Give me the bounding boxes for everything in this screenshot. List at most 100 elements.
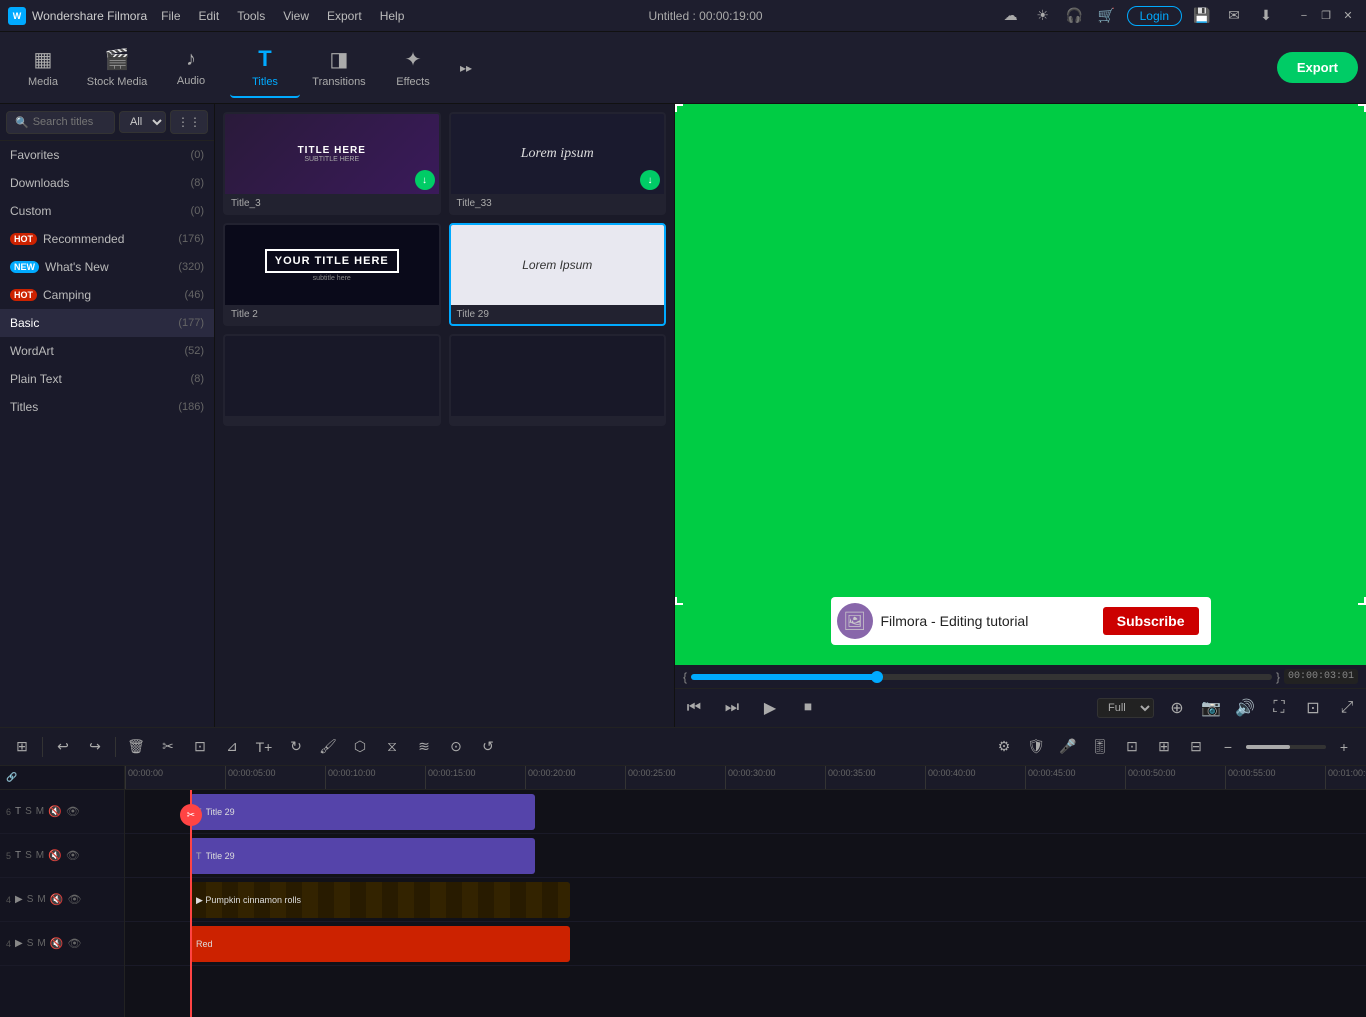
menu-item-edit[interactable]: Edit <box>191 7 228 25</box>
stop-button[interactable]: ⏹ <box>793 693 823 723</box>
export-button[interactable]: Export <box>1277 52 1358 83</box>
track4a-s-button[interactable]: S <box>27 894 34 905</box>
track5-m-button[interactable]: M <box>36 850 44 861</box>
close-button[interactable]: ✕ <box>1338 6 1358 26</box>
track6-s-button[interactable]: S <box>25 806 32 817</box>
brace-left-icon[interactable]: { <box>683 670 687 684</box>
track5-eye-button[interactable]: 👁 <box>66 849 80 862</box>
stabilize-button[interactable]: ⊙ <box>442 733 470 761</box>
track4a-m-button[interactable]: M <box>37 894 45 905</box>
zoom-dropdown[interactable]: Full 50% 75% <box>1097 698 1154 718</box>
clip-title29-track1[interactable]: T Title 29 <box>190 838 535 874</box>
undo-button[interactable]: ↩ <box>49 733 77 761</box>
reverse-button[interactable]: ↺ <box>474 733 502 761</box>
handle-tr[interactable] <box>1358 104 1366 112</box>
headset-icon[interactable]: 🎧 <box>1063 4 1087 28</box>
track4b-s-button[interactable]: S <box>27 938 34 949</box>
mic-button[interactable]: 🎤 <box>1054 733 1082 761</box>
minimize-button[interactable]: − <box>1294 6 1314 26</box>
brace-right-icon[interactable]: } <box>1276 670 1280 684</box>
zoom-out-button[interactable]: − <box>1214 733 1242 761</box>
handle-tl[interactable] <box>675 104 683 112</box>
track6-eye-button[interactable]: 👁 <box>66 805 80 818</box>
snapshot-button[interactable]: 📷 <box>1196 693 1226 723</box>
play-button[interactable]: ▶ <box>755 693 785 723</box>
track4b-mute-button[interactable]: 🔇 <box>50 937 64 950</box>
ai-settings-button[interactable]: ⚙ <box>990 733 1018 761</box>
email-icon[interactable]: ✉ <box>1222 4 1246 28</box>
mix-button[interactable]: 🎚 <box>1086 733 1114 761</box>
thumbnail-title29[interactable]: Lorem Ipsum Title 29 <box>449 223 667 326</box>
toolbar-audio[interactable]: ♪ Audio <box>156 38 226 98</box>
filter-dropdown[interactable]: All <box>119 111 166 133</box>
mask-button[interactable]: ⬡ <box>346 733 374 761</box>
progress-bar-bg[interactable] <box>691 674 1272 680</box>
track6-mute-button[interactable]: 🔇 <box>48 805 62 818</box>
expand-button[interactable]: ⤢ <box>1332 693 1362 723</box>
sidebar-item-wordart[interactable]: WordArt (52) <box>0 337 214 365</box>
sidebar-item-plaintext[interactable]: Plain Text (8) <box>0 365 214 393</box>
toolbar-effects[interactable]: ✦ Effects <box>378 38 448 98</box>
track4b-m-button[interactable]: M <box>37 938 45 949</box>
scene-detect-button[interactable]: ⊞ <box>1150 733 1178 761</box>
thumbnail-extra2[interactable] <box>449 334 667 426</box>
track4b-eye-button[interactable]: 👁 <box>67 937 81 950</box>
track4a-eye-button[interactable]: 👁 <box>67 893 81 906</box>
download-icon[interactable]: ⬇ <box>1254 4 1278 28</box>
track5-s-button[interactable]: S <box>25 850 32 861</box>
toolbar-stock-media[interactable]: 🎬 Stock Media <box>82 38 152 98</box>
menu-item-tools[interactable]: Tools <box>229 7 273 25</box>
shield-button[interactable]: 🛡 <box>1022 733 1050 761</box>
clip-pumpkin[interactable]: ▶ Pumpkin cinnamon rolls <box>190 882 570 918</box>
thumbnail-title3[interactable]: TITLE HERE SUBTITLE HERE ↓ Title_3 <box>223 112 441 215</box>
sidebar-item-custom[interactable]: Custom (0) <box>0 197 214 225</box>
track4a-mute-button[interactable]: 🔇 <box>50 893 64 906</box>
zoom-in-button[interactable]: + <box>1330 733 1358 761</box>
sun-icon[interactable]: ☀ <box>1031 4 1055 28</box>
save-icon[interactable]: 💾 <box>1190 4 1214 28</box>
toolbar-media[interactable]: ▦ Media <box>8 38 78 98</box>
sidebar-item-basic[interactable]: Basic (177) <box>0 309 214 337</box>
sidebar-item-whats-new[interactable]: NEW What's New (320) <box>0 253 214 281</box>
crop-button[interactable]: ⊡ <box>186 733 214 761</box>
remove-clip-button[interactable]: ⊟ <box>1182 733 1210 761</box>
menu-item-view[interactable]: View <box>275 7 317 25</box>
track6-m-button[interactable]: M <box>36 806 44 817</box>
sidebar-item-camping[interactable]: HOT Camping (46) <box>0 281 214 309</box>
fullscreen-button[interactable]: ⛶ <box>1264 693 1294 723</box>
volume-button[interactable]: 🔊 <box>1230 693 1260 723</box>
menu-item-help[interactable]: Help <box>372 7 413 25</box>
skip-back-button[interactable]: ⏮ <box>679 693 709 723</box>
subscribe-button[interactable]: Subscribe <box>1103 607 1199 635</box>
sidebar-item-downloads[interactable]: Downloads (8) <box>0 169 214 197</box>
clip-red[interactable]: Red <box>190 926 570 962</box>
menu-item-file[interactable]: File <box>153 7 188 25</box>
pip-button[interactable]: ⊡ <box>1298 693 1328 723</box>
thumbnail-title2[interactable]: YOUR TITLE HERE subtitle here Title 2 <box>223 223 441 326</box>
more-tools-button[interactable]: ▸▸ <box>452 38 480 98</box>
add-track-button[interactable]: ⊞ <box>8 733 36 761</box>
handle-bl[interactable] <box>675 597 683 605</box>
restore-button[interactable]: ❐ <box>1316 6 1336 26</box>
speed-button[interactable]: ⧖ <box>378 733 406 761</box>
cut-button[interactable]: ✂ <box>154 733 182 761</box>
clip-title29-track0[interactable]: T Title 29 <box>190 794 535 830</box>
handle-br[interactable] <box>1358 597 1366 605</box>
redo-button[interactable]: ↪ <box>81 733 109 761</box>
transform-button[interactable]: ⊿ <box>218 733 246 761</box>
cloud-icon[interactable]: ☁ <box>999 4 1023 28</box>
text-button[interactable]: T+ <box>250 733 278 761</box>
audio-button[interactable]: ≋ <box>410 733 438 761</box>
add-to-timeline-button[interactable]: ⊕ <box>1162 693 1192 723</box>
sidebar-item-recommended[interactable]: HOT Recommended (176) <box>0 225 214 253</box>
step-back-button[interactable]: ⏭ <box>717 693 747 723</box>
login-button[interactable]: Login <box>1127 6 1182 26</box>
grid-toggle-button[interactable]: ⋮⋮ <box>170 110 208 134</box>
search-input[interactable] <box>33 116 106 128</box>
sidebar-item-favorites[interactable]: Favorites (0) <box>0 141 214 169</box>
delete-button[interactable]: 🗑 <box>122 733 150 761</box>
thumbnail-extra1[interactable] <box>223 334 441 426</box>
paint-button[interactable]: 🖌 <box>314 733 342 761</box>
menu-item-export[interactable]: Export <box>319 7 370 25</box>
zoom-slider[interactable] <box>1246 745 1326 749</box>
